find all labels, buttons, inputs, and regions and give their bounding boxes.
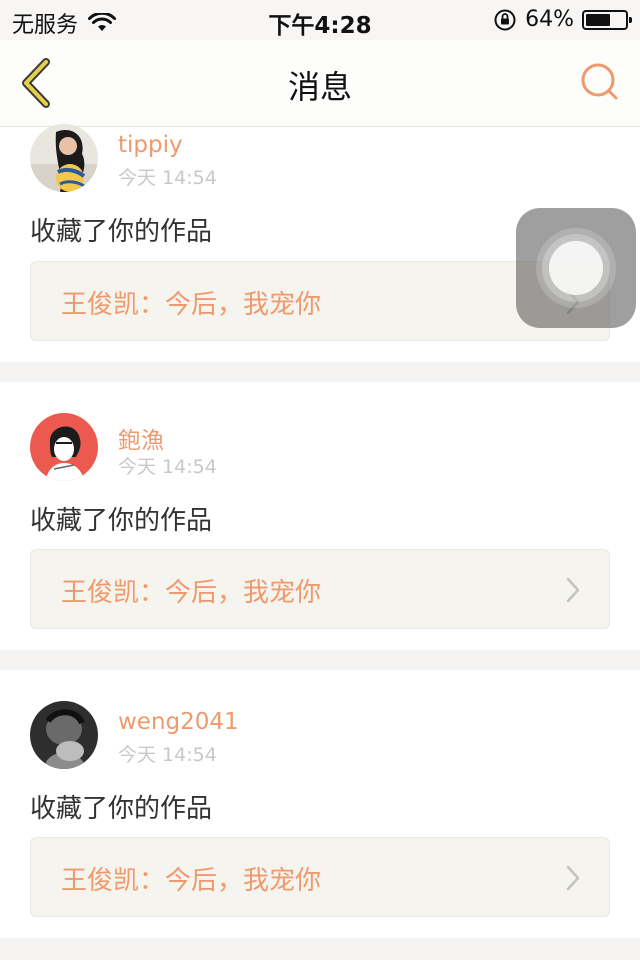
timestamp: 今天 14:54 — [118, 744, 217, 766]
avatar[interactable] — [30, 124, 98, 192]
action-text: 收藏了你的作品 — [30, 794, 213, 824]
avatar[interactable] — [30, 413, 98, 481]
search-icon[interactable] — [578, 60, 622, 104]
nav-bar: 消息 — [0, 40, 640, 127]
battery-fill — [586, 13, 611, 26]
work-title: 王俊凯：今后，我宠你 — [61, 290, 322, 320]
status-right: 64% — [493, 7, 632, 32]
assistive-ring-inner — [549, 241, 603, 295]
username[interactable]: tippiy — [118, 132, 183, 158]
avatar[interactable] — [30, 701, 98, 769]
username[interactable]: 鉋漁 — [118, 421, 164, 455]
orientation-lock-icon — [494, 9, 516, 30]
action-text: 收藏了你的作品 — [30, 217, 213, 247]
username[interactable]: weng2041 — [118, 709, 239, 735]
message-card: 鉋漁 今天 14:54 收藏了你的作品 王俊凯：今后，我宠你 — [0, 382, 640, 650]
work-title: 王俊凯：今后，我宠你 — [61, 578, 322, 608]
work-title: 王俊凯：今后，我宠你 — [61, 866, 322, 896]
battery-cap — [629, 16, 632, 23]
work-link[interactable]: 王俊凯：今后，我宠你 — [30, 837, 610, 917]
work-link[interactable]: 王俊凯：今后，我宠你 — [30, 549, 610, 629]
action-text: 收藏了你的作品 — [30, 506, 213, 536]
message-card: weng2041 今天 14:54 收藏了你的作品 王俊凯：今后，我宠你 — [0, 670, 640, 938]
status-bar: 无服务 下午4:28 64% — [0, 0, 640, 40]
battery-icon — [582, 9, 632, 30]
chevron-right-icon — [566, 865, 580, 891]
assistive-touch-icon[interactable] — [516, 208, 636, 328]
chevron-right-icon — [566, 577, 580, 603]
timestamp: 今天 14:54 — [118, 167, 217, 189]
page-title: 消息 — [287, 68, 352, 106]
timestamp: 今天 14:54 — [118, 456, 217, 478]
battery-percent: 64% — [525, 7, 574, 32]
